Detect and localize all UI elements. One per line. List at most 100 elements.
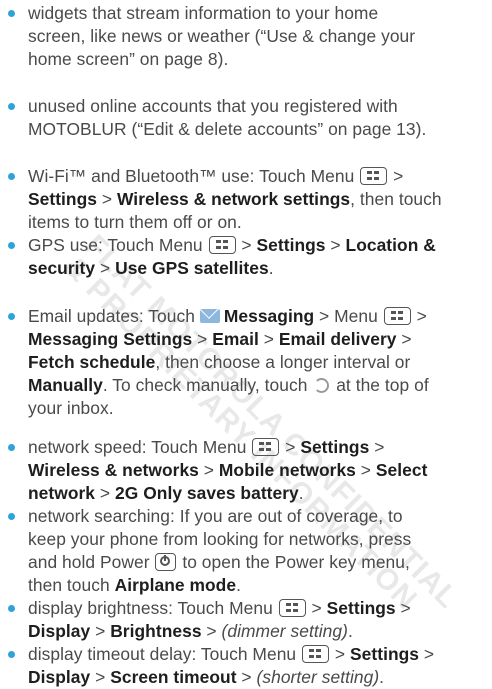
body-text: > <box>388 166 404 186</box>
bullet-icon <box>8 10 15 17</box>
setting-hint: (dimmer setting) <box>221 621 348 641</box>
text-line: Email updates: Touch Messaging > Menu > <box>28 305 483 328</box>
body-text: items to turn them off or on. <box>28 212 242 232</box>
menu-path-label: Use GPS satellites <box>115 258 269 278</box>
list-item-text: network speed: Touch Menu > Settings > Wi… <box>28 436 483 505</box>
text-line: unused online accounts that you register… <box>28 95 483 118</box>
menu-path-label: Airplane mode <box>114 575 237 595</box>
menu-path-label: Settings <box>28 189 98 209</box>
text-line: Settings > Wireless & network settings, … <box>28 188 483 211</box>
body-text: > <box>325 235 346 255</box>
sync-arrows-icon <box>314 378 330 393</box>
text-line: network > 2G Only saves battery. <box>28 482 483 505</box>
text-line: then touch Airplane mode. <box>28 574 483 597</box>
text-line: items to turn them off or on. <box>28 211 483 234</box>
menu-path-label: network <box>28 483 96 503</box>
menu-path-label: Settings <box>350 644 420 664</box>
bullet-icon <box>8 513 15 520</box>
body-text: > <box>90 667 111 687</box>
text-line: Wireless & networks > Mobile networks > … <box>28 459 483 482</box>
text-line: and hold Power to open the Power key men… <box>28 551 483 574</box>
body-text: display brightness: Touch Menu <box>28 598 278 618</box>
body-text: your inbox. <box>28 398 114 418</box>
body-text: network speed: Touch Menu <box>28 437 252 457</box>
body-text: > <box>330 644 351 664</box>
menu-path-label: Settings <box>300 437 370 457</box>
text-line: Manually. To check manually, touch at th… <box>28 374 483 397</box>
body-text: > <box>369 437 385 457</box>
bullet-icon <box>8 313 15 320</box>
text-line: network speed: Touch Menu > Settings > <box>28 436 483 459</box>
body-text: > <box>90 621 111 641</box>
body-text: > <box>258 329 279 349</box>
menu-path-label: Manually <box>28 375 103 395</box>
menu-path-label: Display <box>28 667 91 687</box>
body-text: screen, like news or weather (“Use & cha… <box>28 26 416 46</box>
body-text: > <box>198 460 219 480</box>
body-text: unused online accounts that you register… <box>28 96 398 116</box>
menu-path-label: Email <box>212 329 259 349</box>
menu-path-label: Brightness <box>110 621 202 641</box>
body-text: > <box>396 329 412 349</box>
text-line: Messaging Settings > Email > Email deliv… <box>28 328 483 351</box>
body-text: home screen” on page 8). <box>28 49 229 69</box>
text-line: Display > Screen timeout > (shorter sett… <box>28 666 483 689</box>
setting-hint: (shorter setting) <box>256 667 380 687</box>
menu-key-icon <box>360 167 388 185</box>
body-text: > <box>355 460 376 480</box>
body-text: display timeout delay: Touch Menu <box>28 644 302 664</box>
list-item-text: Wi-Fi™ and Bluetooth™ use: Touch Menu > S… <box>28 165 483 234</box>
menu-path-label: 2G Only saves battery <box>115 483 299 503</box>
body-text: > Menu <box>314 306 383 326</box>
body-text: > <box>95 483 116 503</box>
list-item-text: display timeout delay: Touch Menu > Sett… <box>28 643 483 689</box>
body-text: Wi-Fi™ and Bluetooth™ use: Touch Menu <box>28 166 360 186</box>
menu-path-label: Messaging Settings <box>28 329 193 349</box>
text-line: GPS use: Touch Menu > Settings > Locatio… <box>28 234 483 257</box>
body-text: and hold Power <box>28 552 155 572</box>
body-text: . <box>298 483 304 503</box>
list-item-text: widgets that stream information to your … <box>28 2 483 71</box>
body-text: . <box>268 258 274 278</box>
text-line: home screen” on page 8). <box>28 48 483 71</box>
body-text: at the top of <box>331 375 429 395</box>
body-text: . To check manually, touch <box>102 375 313 395</box>
bullet-icon <box>8 444 15 451</box>
body-text: widgets that stream information to your … <box>28 3 379 23</box>
body-text: network searching: If you are out of cov… <box>28 506 403 526</box>
text-line: screen, like news or weather (“Use & cha… <box>28 25 483 48</box>
menu-path-label: Fetch schedule <box>28 352 156 372</box>
text-line: display timeout delay: Touch Menu > Sett… <box>28 643 483 666</box>
menu-path-label: Wireless & networks <box>28 460 199 480</box>
menu-path-label: Select <box>375 460 428 480</box>
menu-path-label: Wireless & network settings <box>117 189 351 209</box>
list-item-text: unused online accounts that you register… <box>28 95 483 141</box>
menu-key-icon <box>302 645 330 663</box>
text-line: Fetch schedule, then choose a longer int… <box>28 351 483 374</box>
bullet-icon <box>8 605 15 612</box>
body-text: > <box>97 189 117 209</box>
text-line: keep your phone from looking for network… <box>28 528 483 551</box>
list-item-text: display brightness: Touch Menu > Setting… <box>28 597 483 643</box>
menu-path-label: Location & <box>345 235 436 255</box>
menu-path-label: Settings <box>326 598 396 618</box>
body-text: keep your phone from looking for network… <box>28 529 412 549</box>
body-text: Email updates: Touch <box>28 306 200 326</box>
text-line: MOTOBLUR (“Edit & delete accounts” on pa… <box>28 118 483 141</box>
menu-key-icon <box>252 438 280 456</box>
body-text: > <box>236 667 257 687</box>
body-text: > <box>419 644 435 664</box>
body-text: to open the Power key menu, <box>177 552 410 572</box>
body-text: > <box>236 235 257 255</box>
text-line: network searching: If you are out of cov… <box>28 505 483 528</box>
text-line: security > Use GPS satellites. <box>28 257 483 280</box>
list-item-text: Email updates: Touch Messaging > Menu > M… <box>28 305 483 420</box>
list-item-text: network searching: If you are out of cov… <box>28 505 483 597</box>
list-item-text: GPS use: Touch Menu > Settings > Locatio… <box>28 234 483 280</box>
power-key-icon <box>155 553 177 571</box>
menu-key-icon <box>278 599 306 617</box>
body-text: . <box>236 575 241 595</box>
bullet-icon <box>8 173 15 180</box>
body-text: > <box>192 329 213 349</box>
text-line: Wi-Fi™ and Bluetooth™ use: Touch Menu > <box>28 165 483 188</box>
